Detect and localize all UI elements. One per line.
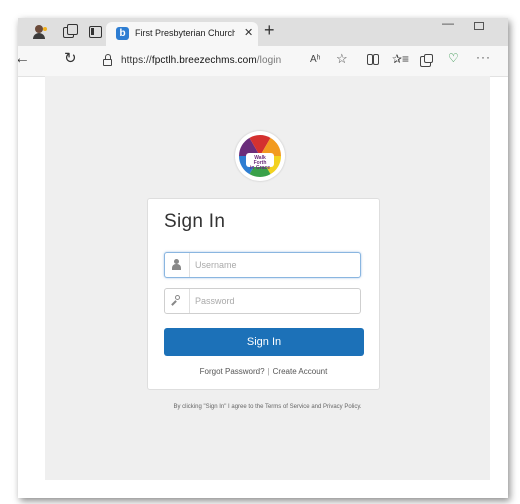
browser-essentials-icon[interactable]: ♡ (448, 51, 459, 65)
username-input[interactable] (195, 257, 355, 273)
address-bar: ← ↻ https://fpctlh.breezechms.com/login … (18, 46, 508, 77)
back-button[interactable]: ← (18, 50, 30, 68)
tab-active[interactable]: b First Presbyterian Church, Tallahe ✕ (106, 22, 258, 46)
create-account-link[interactable]: Create Account (273, 367, 328, 376)
tab-strip: b First Presbyterian Church, Tallahe ✕ +… (18, 18, 508, 46)
split-screen-icon[interactable] (367, 54, 379, 65)
user-icon (165, 253, 190, 277)
maximize-button[interactable] (474, 22, 484, 30)
url-path: /login (256, 55, 282, 66)
url-prefix: https:// (121, 55, 152, 66)
more-menu-icon[interactable]: ··· (476, 50, 491, 64)
collections-icon[interactable] (420, 54, 433, 67)
close-tab-icon[interactable]: ✕ (244, 26, 253, 39)
tab-title: First Presbyterian Church, Tallahe (135, 28, 235, 38)
link-separator: | (267, 367, 270, 376)
favorites-icon[interactable]: ✰≡ (392, 52, 409, 66)
tab-actions-icon[interactable] (88, 24, 104, 40)
minimize-button[interactable]: — (442, 18, 454, 30)
workspaces-icon[interactable] (62, 24, 78, 40)
page-content: Walk Forthin Grace Sign In Sign In Forgo… (45, 76, 490, 480)
refresh-button[interactable]: ↻ (64, 49, 77, 67)
password-input[interactable] (195, 293, 355, 309)
sign-in-title: Sign In (164, 211, 226, 232)
account-links: Forgot Password? | Create Account (148, 367, 379, 376)
browser-window: b First Presbyterian Church, Tallahe ✕ +… (18, 18, 508, 498)
sign-in-button[interactable]: Sign In (164, 328, 364, 356)
key-icon (165, 289, 190, 313)
password-field[interactable] (164, 288, 361, 314)
logo-line2: in Grace (249, 165, 270, 171)
lock-icon[interactable] (103, 54, 113, 66)
url-field[interactable]: https://fpctlh.breezechms.com/login (121, 55, 281, 66)
church-logo: Walk Forth in Grace (235, 131, 285, 181)
profile-icon[interactable] (32, 24, 48, 40)
forgot-password-link[interactable]: Forgot Password? (200, 367, 265, 376)
read-aloud-icon[interactable]: Aʰ (310, 54, 321, 65)
terms-notice: By clicking "Sign In" I agree to the Ter… (173, 404, 362, 410)
username-field[interactable] (164, 252, 361, 278)
breeze-favicon-icon: b (116, 27, 129, 40)
logo-text: Walk Forth in Grace (248, 156, 272, 171)
add-favorite-icon[interactable]: ☆ (336, 51, 348, 67)
url-host: fpctlh.breezechms.com (151, 55, 257, 66)
sign-in-card: Sign In Sign In Forgot Password?|Create … (147, 198, 380, 390)
new-tab-button[interactable]: + (264, 20, 275, 40)
